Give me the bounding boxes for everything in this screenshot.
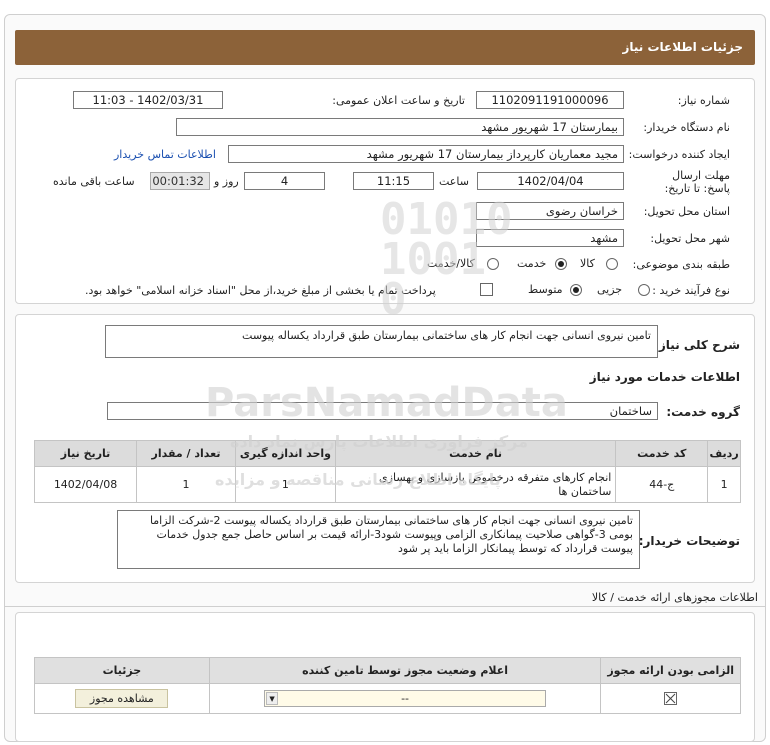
deadline-label: مهلت ارسال پاسخ: تا تاریخ: (664, 169, 730, 195)
chevron-down-icon: ▼ (266, 692, 279, 705)
cell-row: 1 (707, 466, 741, 503)
process-option-minor: جزیی (597, 283, 623, 296)
cross-icon (665, 693, 676, 704)
cell-service-code: ج-44 (615, 466, 709, 503)
process-radio-medium[interactable] (570, 284, 582, 296)
category-option-service: خدمت (517, 257, 547, 270)
remaining-time-field: 00:01:32 (150, 172, 210, 190)
need-number-field[interactable]: 1102091191000096 (476, 91, 624, 109)
announce-field[interactable]: 1402/03/31 - 11:03 (73, 91, 223, 109)
licenses-divider (5, 606, 765, 607)
category-label: طبقه بندی موضوعی: (632, 258, 730, 271)
license-required-checkbox[interactable] (664, 692, 678, 706)
col-need-date: تاریخ نیاز (33, 440, 138, 467)
col-license-status: اعلام وضعیت مجوز توسط تامین کننده (208, 657, 602, 684)
license-status-cell: -- ▼ (208, 683, 602, 714)
requester-field[interactable]: مجید معماریان کارپرداز بیمارستان 17 شهری… (228, 145, 624, 163)
col-service-name: نام خدمت (334, 440, 617, 467)
category-option-goods: کالا (580, 257, 595, 270)
need-number-label: شماره نیاز: (677, 94, 730, 107)
days-field[interactable]: 4 (244, 172, 325, 190)
view-license-button[interactable]: مشاهده مجوز (75, 689, 169, 708)
remaining-label: ساعت باقی مانده (53, 175, 135, 188)
services-table-header: ردیف کد خدمت نام خدمت واحد اندازه گیری ت… (33, 440, 741, 467)
col-row: ردیف (707, 440, 741, 467)
license-required-cell (600, 683, 741, 714)
summary-label: شرح کلی نیاز: (654, 338, 740, 352)
category-radio-both[interactable] (487, 258, 499, 270)
licenses-section-title: اطلاعات مجوزهای ارائه خدمت / کالا (591, 591, 758, 604)
col-unit: واحد اندازه گیری (234, 440, 336, 467)
table-row: 1 ج-44 انجام کارهای متفرقه درخصوص بازساز… (33, 466, 741, 503)
deadline-time-field[interactable]: 11:15 (353, 172, 434, 190)
cell-service-name: انجام کارهای متفرقه درخصوص بازسازی و بهس… (334, 466, 617, 503)
province-field[interactable]: خراسان رضوی (476, 202, 624, 220)
services-title: اطلاعات خدمات مورد نیاز (589, 370, 740, 384)
process-label: نوع فرآیند خرید : (652, 284, 730, 297)
days-label: روز و (214, 175, 239, 188)
cell-need-date: 1402/04/08 (33, 466, 138, 503)
buyer-notes-field[interactable]: تامین نیروی انسانی جهت انجام کار های ساخ… (117, 510, 640, 569)
license-status-select[interactable]: -- ▼ (264, 690, 547, 707)
cell-unit: 1 (234, 466, 336, 503)
process-option-medium: متوسط (528, 283, 563, 296)
category-option-both: کالا/خدمت (427, 257, 475, 270)
summary-field[interactable]: تامین نیروی انسانی جهت انجام کار های ساخ… (105, 325, 658, 358)
page-header: جزئیات اطلاعات نیاز (15, 30, 755, 65)
requester-label: ایجاد کننده درخواست: (628, 148, 730, 161)
category-radio-goods[interactable] (606, 258, 618, 270)
city-label: شهر محل تحویل: (650, 232, 730, 245)
process-radio-minor[interactable] (638, 284, 650, 296)
licenses-table-header: الزامی بودن ارائه مجوز اعلام وضعیت مجوز … (34, 657, 741, 684)
buyer-notes-label: توضیحات خریدار: (638, 534, 740, 548)
table-row: -- ▼ مشاهده مجوز (34, 683, 741, 714)
category-radio-service[interactable] (555, 258, 567, 270)
province-label: استان محل تحویل: (643, 205, 730, 218)
treasury-note: پرداخت تمام یا بخشی از مبلغ خرید،از محل … (85, 284, 436, 297)
service-group-label: گروه خدمت: (666, 405, 740, 419)
col-quantity: تعداد / مقدار (136, 440, 236, 467)
license-details-cell: مشاهده مجوز (34, 683, 210, 714)
col-license-required: الزامی بودن ارائه مجوز (600, 657, 741, 684)
treasury-checkbox[interactable] (480, 283, 493, 296)
cell-quantity: 1 (136, 466, 236, 503)
license-status-value: -- (401, 692, 410, 705)
buyer-org-field[interactable]: بیمارستان 17 شهریور مشهد (176, 118, 624, 136)
buyer-org-label: نام دستگاه خریدار: (643, 121, 730, 134)
service-group-field[interactable]: ساختمان (107, 402, 658, 420)
city-field[interactable]: مشهد (476, 229, 624, 247)
announce-label: تاریخ و ساعت اعلان عمومی: (332, 94, 465, 107)
buyer-contact-link[interactable]: اطلاعات تماس خریدار (114, 148, 216, 161)
deadline-date-field[interactable]: 1402/04/04 (477, 172, 624, 190)
licenses-table: الزامی بودن ارائه مجوز اعلام وضعیت مجوز … (34, 657, 741, 714)
deadline-time-label: ساعت (439, 175, 469, 188)
col-service-code: کد خدمت (615, 440, 709, 467)
services-table: ردیف کد خدمت نام خدمت واحد اندازه گیری ت… (33, 440, 741, 503)
col-license-details: جزئیات (34, 657, 210, 684)
